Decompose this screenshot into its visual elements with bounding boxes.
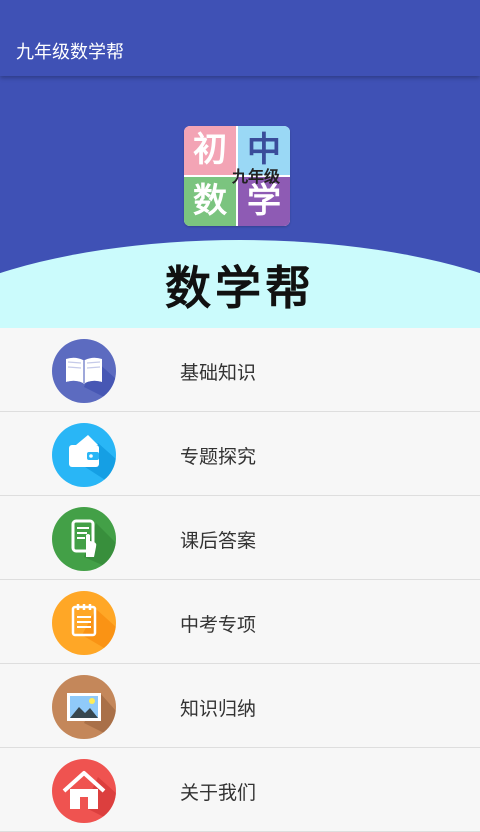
menu-label: 基础知识 xyxy=(180,362,257,384)
hero-title: 数学帮 xyxy=(165,261,315,315)
menu-label: 专题探究 xyxy=(180,446,257,468)
menu-label: 关于我们 xyxy=(180,782,257,804)
menu-item-topics[interactable]: 专题探究 xyxy=(0,412,480,496)
menu-label: 课后答案 xyxy=(180,530,257,552)
menu-item-summary[interactable]: 知识归纳 xyxy=(0,664,480,748)
home-icon xyxy=(52,759,116,823)
main-menu: 基础知识 专题探究 课后答案 中考专项 知识归纳 关于我们 xyxy=(0,328,480,832)
app-title: 九年级数学帮 xyxy=(16,42,124,63)
logo-subtitle: 九年级 xyxy=(231,167,280,186)
app-bar: 九年级数学帮 xyxy=(0,0,480,76)
menu-label: 中考专项 xyxy=(180,614,257,636)
wallet-icon xyxy=(52,423,116,487)
book-icon xyxy=(52,339,116,403)
hero-banner: 初 中 数 学 九年级 数学帮 xyxy=(0,76,480,328)
menu-item-answers[interactable]: 课后答案 xyxy=(0,496,480,580)
menu-label: 知识归纳 xyxy=(180,698,257,720)
picture-icon xyxy=(52,675,116,739)
menu-item-basics[interactable]: 基础知识 xyxy=(0,328,480,412)
menu-item-about[interactable]: 关于我们 xyxy=(0,748,480,832)
menu-item-exam[interactable]: 中考专项 xyxy=(0,580,480,664)
notepad-icon xyxy=(52,591,116,655)
app-logo: 初 中 数 学 九年级 xyxy=(184,126,290,226)
tablet-touch-icon xyxy=(52,507,116,571)
